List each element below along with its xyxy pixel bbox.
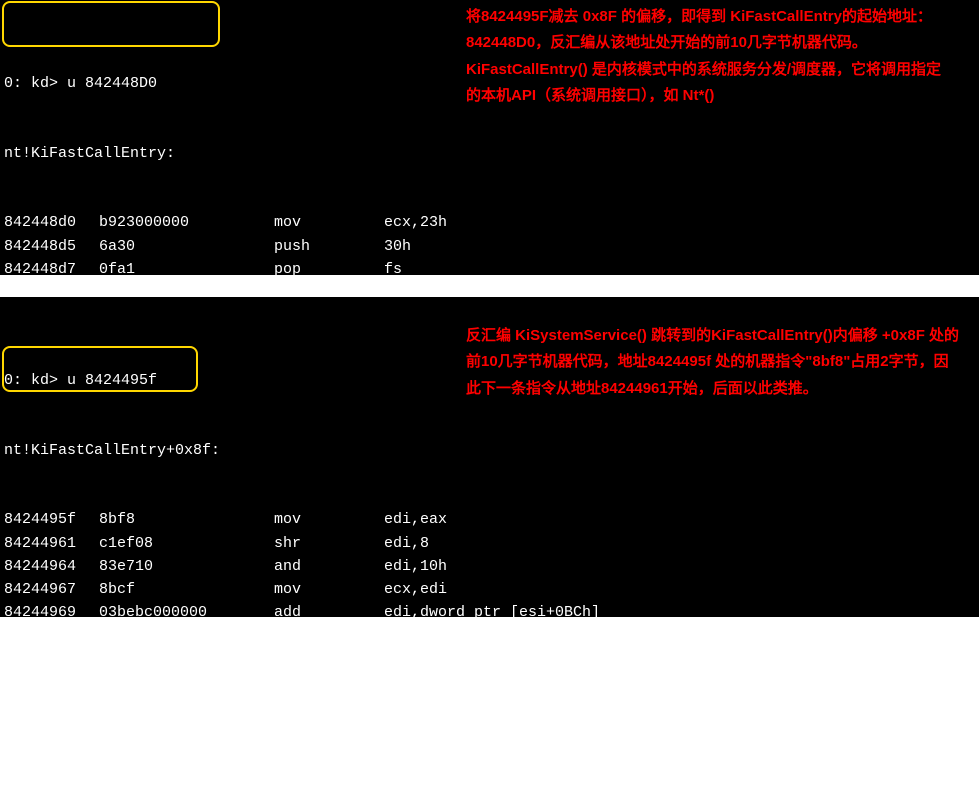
- disasm-row: 8424496903bebc000000addedi,dword ptr [es…: [4, 601, 975, 624]
- operands-cell: ecx,23h: [384, 211, 447, 234]
- debugger-output-top: 0: kd> u 842448D0 nt!KiFastCallEntry: 84…: [0, 0, 979, 275]
- disasm-row: 8424496483e710andedi,10h: [4, 555, 975, 578]
- operands-cell: edi,eax: [384, 508, 447, 531]
- bytes-cell: 03bebc000000: [99, 601, 274, 624]
- annotation-comment: 反汇编 KiSystemService() 跳转到的KiFastCallEntr…: [466, 323, 962, 402]
- mnemonic-cell: mov: [274, 211, 384, 234]
- addr-cell: 84244971: [4, 648, 99, 671]
- disasm-row: 842448d56a30push30h: [4, 235, 975, 258]
- symbol-label: nt!KiFastCallEntry+0x8f:: [4, 439, 975, 462]
- symbol-label: nt!KiFastCallEntry:: [4, 142, 975, 165]
- bytes-cell: 25ff0f0000: [99, 648, 274, 671]
- mnemonic-cell: and: [274, 555, 384, 578]
- addr-cell: 84244961: [4, 532, 99, 555]
- operands-cell: edi,10h: [384, 555, 447, 578]
- disasm-row: 842448d70fa1popfs: [4, 258, 975, 281]
- bytes-cell: 83e710: [99, 555, 274, 578]
- highlight-annotation: [2, 1, 220, 47]
- addr-cell: 84244964: [4, 555, 99, 578]
- addr-cell: 84244969: [4, 601, 99, 624]
- mnemonic-cell: add: [274, 601, 384, 624]
- operands-cell: fs: [384, 258, 402, 281]
- bytes-cell: 6a30: [99, 235, 274, 258]
- mnemonic-cell: mov: [274, 578, 384, 601]
- disasm-row: 842449763b4708cmpeax,dword ptr [edi+8]: [4, 671, 975, 694]
- mnemonic-cell: shr: [274, 532, 384, 555]
- bytes-cell: 8bcf: [99, 578, 274, 601]
- bytes-cell: 8bd8: [99, 625, 274, 648]
- addr-cell: 8424496f: [4, 625, 99, 648]
- mnemonic-cell: push: [274, 235, 384, 258]
- bytes-cell: b923000000: [99, 211, 274, 234]
- debugger-output-bottom: 0: kd> u 8424495f nt!KiFastCallEntry+0x8…: [0, 297, 979, 617]
- operands-cell: 30h: [384, 235, 411, 258]
- mnemonic-cell: pop: [274, 258, 384, 281]
- disasm-row: 8424497125ff0f0000andeax,0FFFh: [4, 648, 975, 671]
- operands-cell: eax,0FFFh: [384, 648, 465, 671]
- debugger-prompt-end: 0: kd>: [4, 741, 975, 764]
- addr-cell: 842448d5: [4, 235, 99, 258]
- disasm-row: 842449678bcfmovecx,edi: [4, 578, 975, 601]
- operands-cell: ebx,eax: [384, 625, 447, 648]
- disasm-row: 8424496f8bd8movebx,eax: [4, 625, 975, 648]
- mnemonic-cell: and: [274, 648, 384, 671]
- mnemonic-cell: cmp: [274, 671, 384, 694]
- disasm-row: 84244961c1ef08shredi,8: [4, 532, 975, 555]
- operands-cell: eax,dword ptr [edi+8]: [384, 671, 573, 694]
- disasm-row: 842448d0b923000000movecx,23h: [4, 211, 975, 234]
- operands-cell: edi,8: [384, 532, 429, 555]
- mnemonic-cell: mov: [274, 625, 384, 648]
- bytes-cell: 8bf8: [99, 508, 274, 531]
- operands-cell: ecx,edi: [384, 578, 447, 601]
- bytes-cell: c1ef08: [99, 532, 274, 555]
- addr-cell: 84244967: [4, 578, 99, 601]
- annotation-comment: 将8424495F减去 0x8F 的偏移，即得到 KiFastCallEntry…: [466, 4, 956, 109]
- addr-cell: 8424495f: [4, 508, 99, 531]
- bytes-cell: 0fa1: [99, 258, 274, 281]
- disasm-row: 8424495f8bf8movedi,eax: [4, 508, 975, 531]
- mnemonic-cell: mov: [274, 508, 384, 531]
- addr-cell: 842448d0: [4, 211, 99, 234]
- addr-cell: 842448d7: [4, 258, 99, 281]
- addr-cell: 84244976: [4, 671, 99, 694]
- operands-cell: edi,dword ptr [esi+0BCh]: [384, 601, 600, 624]
- bytes-cell: 3b4708: [99, 671, 274, 694]
